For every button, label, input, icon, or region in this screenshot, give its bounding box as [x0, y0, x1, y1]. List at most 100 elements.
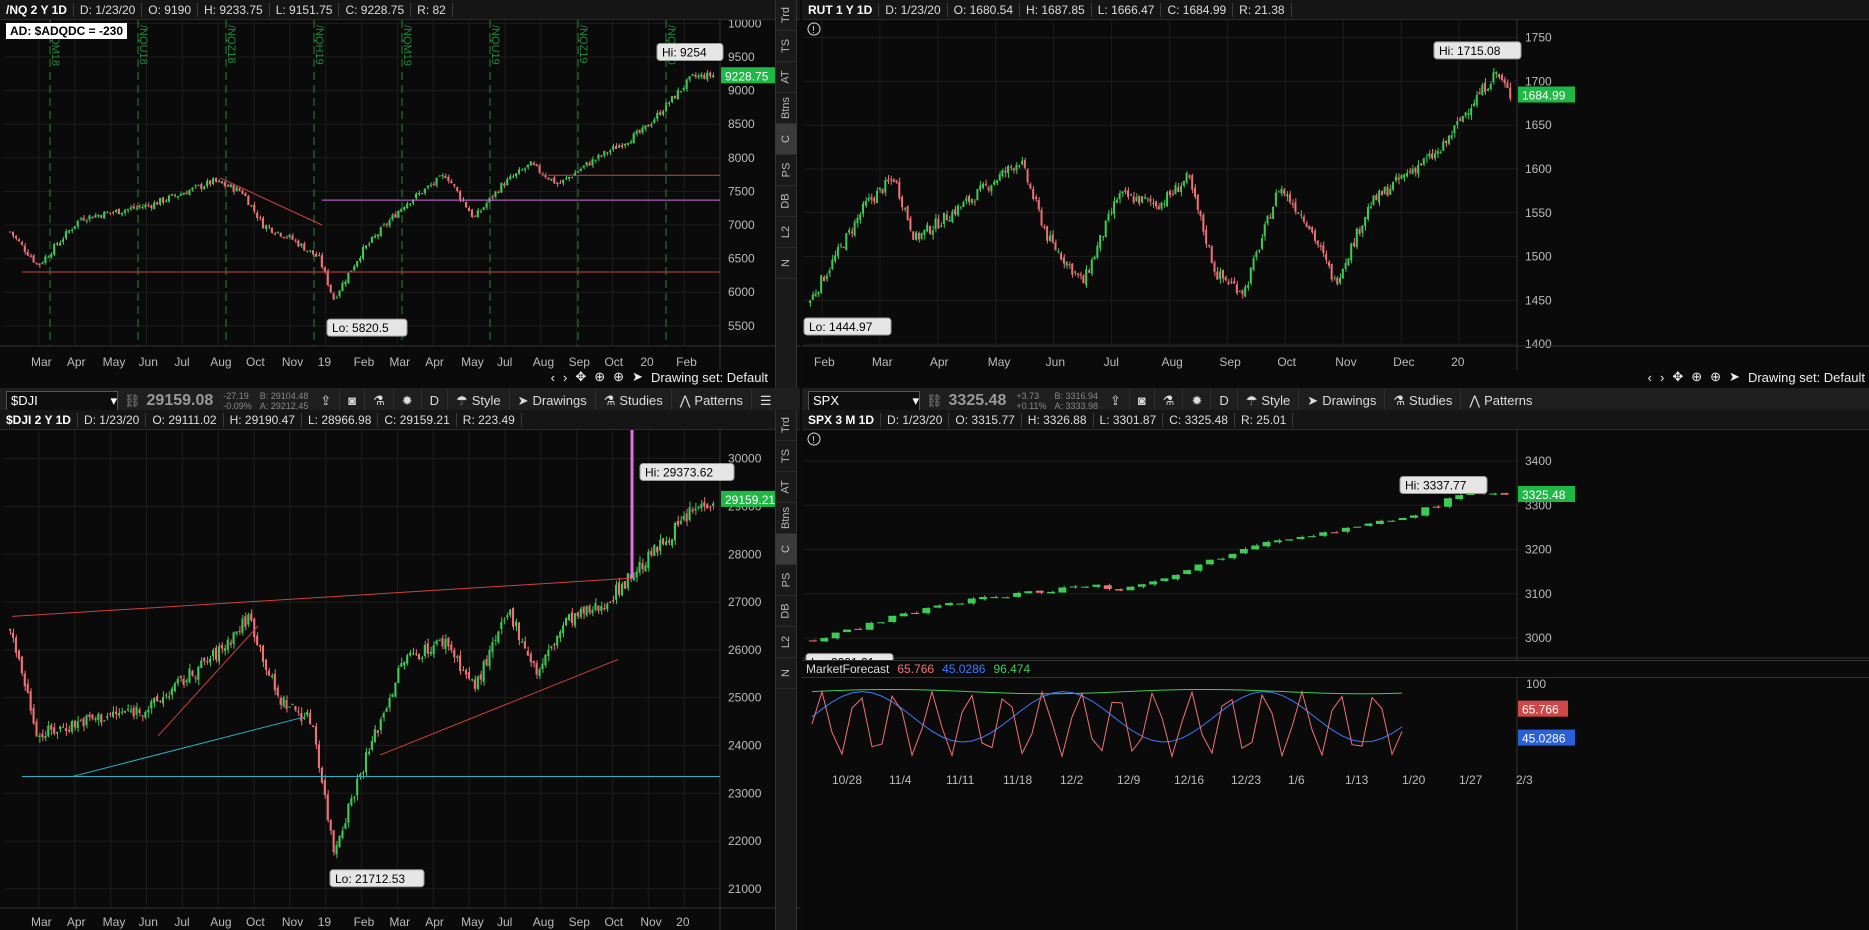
- scroll-right-icon[interactable]: ›: [1660, 370, 1664, 385]
- spx-symbol-input[interactable]: SPX ▾: [808, 390, 920, 411]
- link-icon[interactable]: ⛓: [926, 393, 943, 409]
- crosshair-icon[interactable]: ⊕: [594, 369, 605, 385]
- candle: [26, 683, 29, 693]
- candle: [479, 210, 482, 212]
- mf-header: MarketForecast 65.766 45.0286 96.474: [802, 660, 1869, 678]
- candle: [150, 701, 153, 709]
- sidebar-tab-db[interactable]: DB: [775, 186, 797, 217]
- candle: [288, 706, 291, 708]
- candle: [1269, 217, 1272, 219]
- candle: [576, 612, 579, 617]
- x-tick-label: 20: [640, 355, 654, 369]
- candle: [809, 300, 811, 303]
- candle: [41, 733, 44, 738]
- chevron-down-icon[interactable]: ▾: [110, 393, 117, 409]
- drawing-set[interactable]: Drawing set: Default: [651, 370, 768, 385]
- rut-price-chart[interactable]: 1750 1700 1650 1600 1550 1500 1450 1400 Feb Mar Ap…: [802, 20, 1869, 370]
- candle: [506, 615, 509, 618]
- candle: [488, 649, 491, 667]
- pan-icon[interactable]: ✥: [1672, 369, 1683, 385]
- candle: [843, 629, 851, 633]
- candle: [609, 602, 612, 604]
- crosshair-icon[interactable]: ⊕: [1691, 369, 1702, 385]
- sidebar-tab-ts[interactable]: TS: [775, 31, 797, 62]
- candle: [703, 502, 706, 507]
- sidebar-tab-c[interactable]: C: [775, 124, 797, 155]
- candle: [562, 625, 565, 634]
- spx-symbol[interactable]: SPX 3 M 1D: [802, 412, 882, 427]
- sidebar-tab-n[interactable]: N: [775, 658, 797, 689]
- candle: [1288, 194, 1291, 203]
- candle: [1194, 564, 1203, 571]
- y-tick-label: 1750: [1525, 31, 1552, 45]
- candle: [1484, 82, 1487, 93]
- x-tick-label: May: [103, 915, 126, 929]
- cursor-icon[interactable]: ➤: [1729, 369, 1740, 385]
- candle: [948, 220, 951, 222]
- dji-low-label: Lo: 21712.53: [335, 872, 405, 886]
- link-icon[interactable]: ⛓: [124, 393, 141, 409]
- drawing-set[interactable]: Drawing set: Default: [1748, 370, 1865, 385]
- chevron-down-icon[interactable]: ▾: [912, 393, 919, 409]
- sidebar-tab-trd[interactable]: Trd: [775, 0, 797, 31]
- sidebar-tab-ps[interactable]: PS: [775, 565, 797, 596]
- candle: [1472, 103, 1475, 107]
- candle: [862, 203, 864, 214]
- candle: [279, 232, 282, 237]
- candle: [709, 506, 712, 508]
- sidebar-tab-ps[interactable]: PS: [775, 155, 797, 186]
- sidebar-tab-l2[interactable]: L2: [775, 217, 797, 248]
- zoom-in-icon[interactable]: ⊕: [1710, 369, 1721, 385]
- market-forecast-chart[interactable]: 100 65.766 45.0286 10/28 11/4 11/11 11/18 12/2 1…: [802, 678, 1869, 930]
- nq-price-chart[interactable]: 10000 9500 9000 8500 8000 7500 7000 6500 6000 550…: [0, 20, 800, 370]
- candle: [682, 516, 685, 520]
- candle: [901, 196, 904, 208]
- candle: [1146, 197, 1149, 199]
- candle: [476, 676, 479, 689]
- candle: [311, 250, 315, 255]
- candle: [990, 597, 999, 599]
- candle: [635, 571, 638, 578]
- sidebar-tab-c[interactable]: C: [775, 534, 797, 565]
- candle: [379, 227, 382, 237]
- cursor-icon[interactable]: ➤: [632, 369, 643, 385]
- sidebar-tab-l2[interactable]: L2: [775, 627, 797, 658]
- dji-price-chart[interactable]: 3000029000280002700026000250002400023000…: [0, 430, 800, 930]
- candle: [1272, 206, 1275, 219]
- zoom-in-icon[interactable]: ⊕: [613, 369, 624, 385]
- sidebar-tab-ts[interactable]: TS: [775, 441, 797, 472]
- candle: [126, 708, 129, 710]
- sidebar-tab-trd[interactable]: Trd: [775, 410, 797, 441]
- candle: [138, 709, 141, 713]
- candle: [288, 234, 291, 238]
- sidebar: Trd TS AT Btns C PS DB L2 N: [775, 0, 797, 388]
- sidebar-tab-btns[interactable]: Btns: [775, 93, 797, 124]
- nq-symbol[interactable]: /NQ 2 Y 1D: [0, 2, 74, 17]
- scroll-right-icon[interactable]: ›: [563, 370, 567, 385]
- candle: [535, 662, 538, 675]
- scroll-left-icon[interactable]: ‹: [551, 370, 555, 385]
- x-tick-label: Jul: [497, 355, 512, 369]
- candle: [400, 663, 403, 667]
- sidebar-tab-btns[interactable]: Btns: [775, 503, 797, 534]
- candle: [706, 72, 709, 80]
- sidebar-tab-db[interactable]: DB: [775, 596, 797, 627]
- x-tick-label: Aug: [210, 355, 231, 369]
- candle: [617, 145, 620, 148]
- candle: [1079, 274, 1082, 276]
- spx-price-chart[interactable]: 34003300320031003000Hi: 3337.77Lo: 2991.…: [802, 430, 1869, 660]
- dji-symbol-input[interactable]: $DJI ▾: [6, 390, 118, 411]
- dji-symbol[interactable]: $DJI 2 Y 1D: [0, 412, 78, 427]
- candle: [332, 830, 335, 853]
- sidebar-tab-n[interactable]: N: [775, 248, 797, 279]
- candle: [1191, 175, 1194, 190]
- candle: [526, 164, 529, 168]
- candle: [323, 267, 326, 272]
- candle: [859, 214, 862, 220]
- rut-symbol[interactable]: RUT 1 Y 1D: [802, 2, 880, 17]
- sidebar-tab-at[interactable]: AT: [775, 62, 797, 93]
- candle: [414, 653, 418, 655]
- scroll-left-icon[interactable]: ‹: [1648, 370, 1652, 385]
- sidebar-tab-at[interactable]: AT: [775, 472, 797, 503]
- pan-icon[interactable]: ✥: [575, 369, 586, 385]
